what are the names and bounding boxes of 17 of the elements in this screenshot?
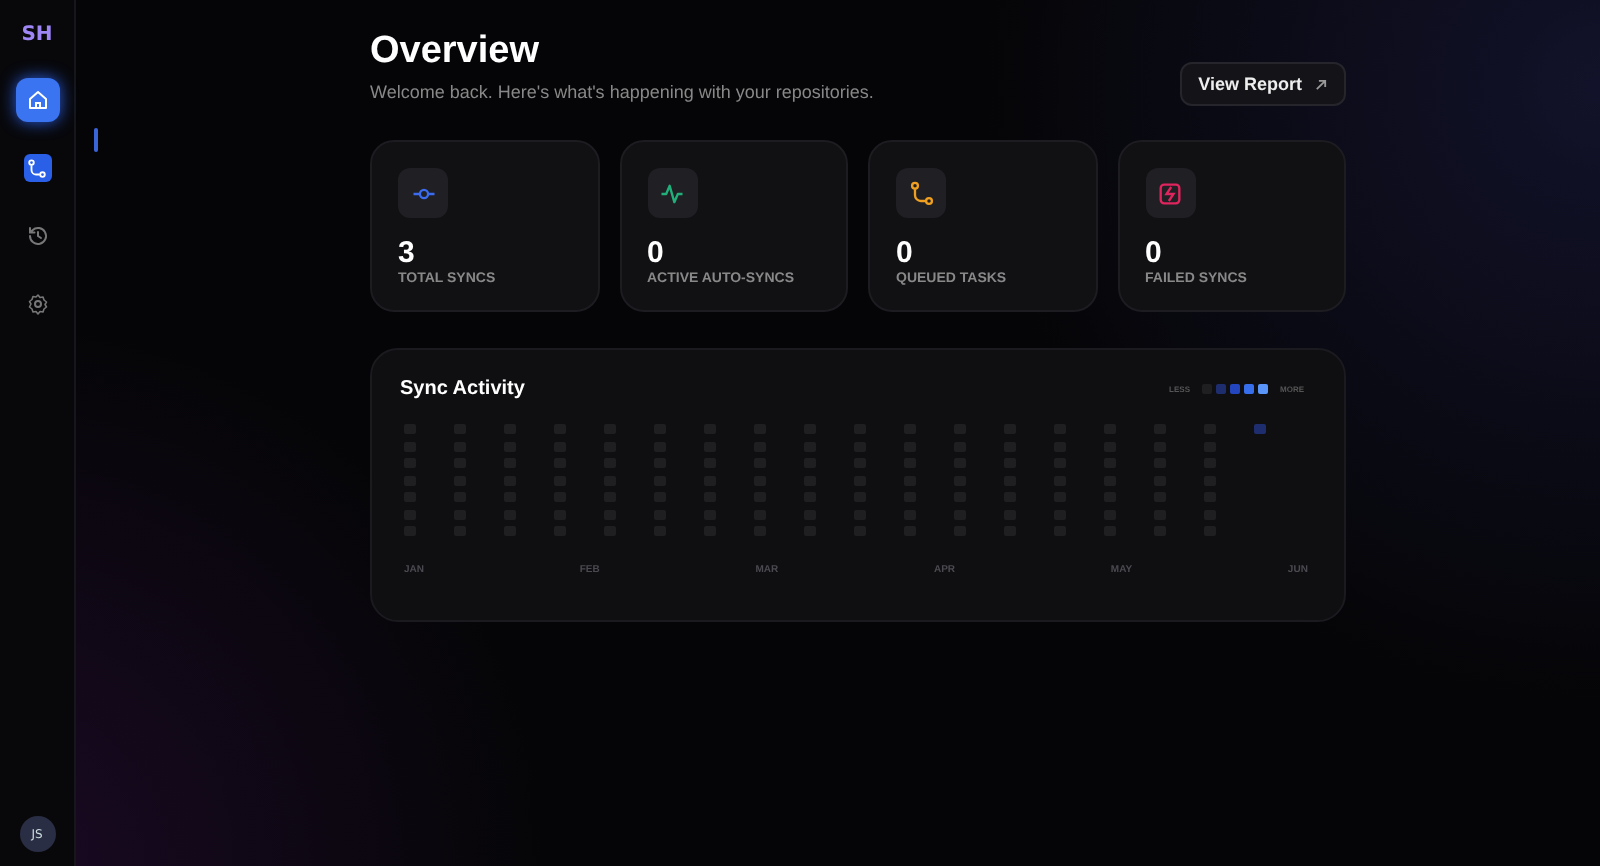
history-icon — [25, 224, 49, 248]
stat-value: 0 — [647, 236, 666, 270]
scroll-indicator — [94, 128, 98, 152]
settings-icon — [25, 292, 49, 316]
home-icon — [25, 88, 49, 112]
page-subtitle: Welcome back. Here's what's happening with your repositories. — [370, 82, 874, 102]
stat-value: 0 — [1145, 236, 1164, 270]
nav-button[interactable] — [15, 78, 59, 122]
external-link-icon — [1314, 77, 1328, 91]
stat-value: 3 — [398, 236, 417, 270]
stat-value: 0 — [896, 236, 915, 270]
view-report-button[interactable]: View Report — [1180, 62, 1346, 106]
nav-button[interactable] — [23, 154, 51, 182]
page-title: Overview — [370, 30, 541, 74]
logo: SH — [21, 24, 53, 46]
panel-title: Sync Activity — [400, 378, 525, 400]
branch-icon — [26, 157, 48, 179]
